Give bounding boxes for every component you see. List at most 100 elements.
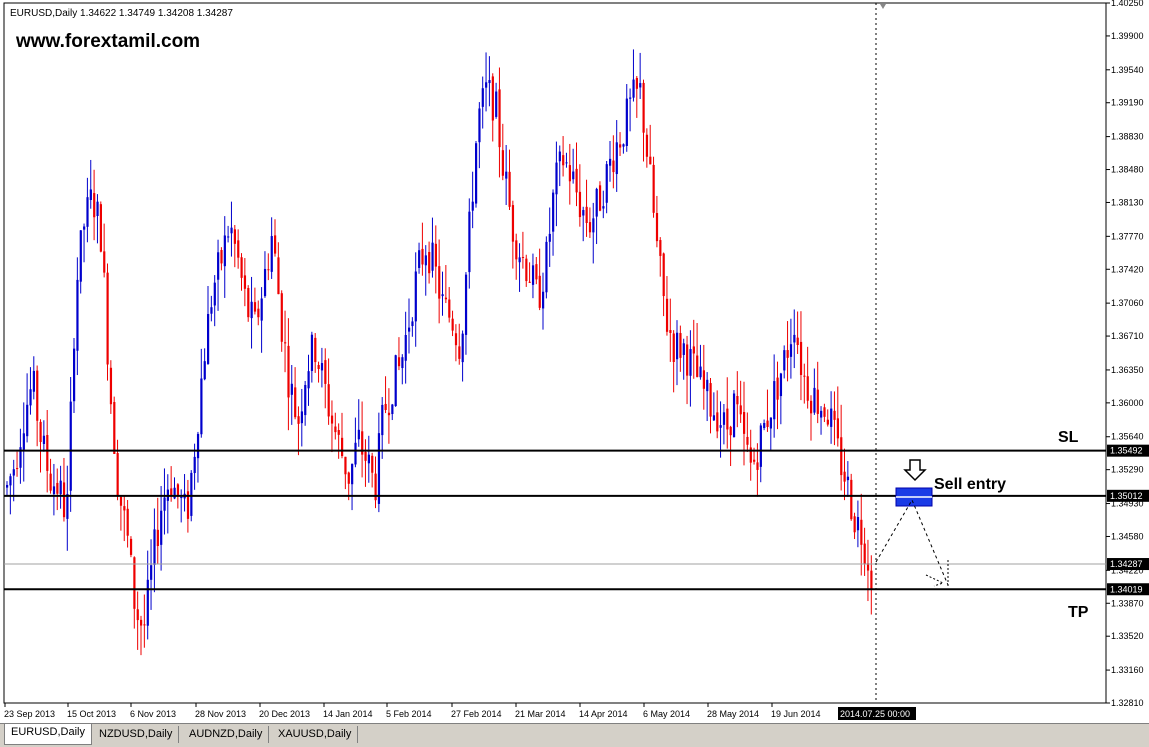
candle-body xyxy=(759,425,762,467)
candle-body xyxy=(722,412,726,425)
candle-body xyxy=(263,268,267,297)
price-tick-label: 1.36710 xyxy=(1111,331,1144,341)
price-tick-label: 1.34220 xyxy=(1111,565,1144,575)
candle-body xyxy=(394,355,397,407)
candle-body xyxy=(799,341,803,375)
time-tick-label: 21 Mar 2014 xyxy=(515,709,566,719)
candle-body xyxy=(766,420,769,427)
candle-body xyxy=(99,204,102,252)
price-tick-label: 1.39190 xyxy=(1111,98,1144,108)
candle-body xyxy=(36,370,39,421)
candle-body xyxy=(56,482,59,494)
candle-body xyxy=(341,437,344,457)
candle-body xyxy=(773,381,776,420)
candle-body xyxy=(207,313,210,364)
candle-body xyxy=(237,240,240,258)
candle-body xyxy=(73,348,76,402)
price-chart[interactable]: 1.354921.350121.342871.34019 1.402501.39… xyxy=(0,0,1149,723)
candle-body xyxy=(126,508,129,536)
candle-body xyxy=(659,240,662,256)
candle-body xyxy=(783,350,786,371)
candle-body xyxy=(367,454,370,464)
candle-body xyxy=(83,226,86,230)
candle-body xyxy=(438,266,441,299)
candle-body xyxy=(632,79,635,98)
candle-body xyxy=(250,301,253,319)
candle-body xyxy=(317,364,320,370)
symbol-info: EURUSD,Daily 1.34622 1.34749 1.34208 1.3… xyxy=(10,8,233,19)
candle-body xyxy=(310,334,314,371)
candle-body xyxy=(300,411,303,424)
tab-nzdusd[interactable]: NZDUSD,Daily xyxy=(93,726,180,743)
price-tick-label: 1.35640 xyxy=(1111,432,1144,442)
sell-entry-label: Sell entry xyxy=(934,476,1006,493)
time-tick-label: 28 May 2014 xyxy=(707,709,759,719)
candle-body xyxy=(609,158,612,166)
candle-body xyxy=(136,609,139,621)
price-tick-label: 1.36350 xyxy=(1111,365,1144,375)
candle-body xyxy=(6,484,9,488)
candle-body xyxy=(243,275,247,289)
price-tick-label: 1.40250 xyxy=(1111,0,1144,8)
candle-body xyxy=(387,412,391,416)
candle-body xyxy=(679,333,682,358)
candle-body xyxy=(655,212,659,242)
candle-body xyxy=(558,151,561,162)
price-tick-label: 1.37420 xyxy=(1111,264,1144,274)
candle-body xyxy=(140,619,143,626)
price-tick-label: 1.32810 xyxy=(1111,698,1144,708)
candle-body xyxy=(196,433,200,459)
candle-body xyxy=(743,412,746,434)
candle-body xyxy=(384,403,387,410)
candle-body xyxy=(143,624,146,626)
tab-audnzd[interactable]: AUDNZD,Daily xyxy=(183,726,270,743)
time-tick-label: 23 Sep 2013 xyxy=(4,709,55,719)
candle-body xyxy=(123,506,126,511)
candle-body xyxy=(485,82,488,88)
tab-eurusd[interactable]: EURUSD,Daily xyxy=(4,724,92,745)
candle-body xyxy=(320,363,324,371)
candle-body xyxy=(351,463,354,485)
candle-body xyxy=(200,378,203,435)
candle-body xyxy=(756,462,759,470)
candle-body xyxy=(763,422,766,429)
candle-body xyxy=(421,248,424,265)
candle-body xyxy=(213,282,216,306)
candle-body xyxy=(354,442,357,465)
candle-body xyxy=(160,510,163,545)
candle-body xyxy=(330,415,334,424)
candle-body xyxy=(334,426,337,433)
candle-body xyxy=(840,437,843,476)
candle-body xyxy=(568,165,571,182)
candle-body xyxy=(676,332,679,360)
candle-body xyxy=(39,421,42,443)
candle-body xyxy=(233,229,236,244)
candle-body xyxy=(220,250,223,264)
candle-body xyxy=(629,97,632,99)
time-tick-label: 5 Feb 2014 xyxy=(386,709,432,719)
candle-body xyxy=(153,529,156,565)
candle-body xyxy=(830,408,833,427)
candle-body xyxy=(253,302,257,312)
candle-body xyxy=(176,484,180,496)
candle-body xyxy=(411,321,414,327)
candle-body xyxy=(173,487,176,499)
candle-body xyxy=(364,451,367,461)
tab-xauusd[interactable]: XAUUSD,Daily xyxy=(272,726,359,743)
candle-body xyxy=(210,307,213,314)
candle-body xyxy=(89,189,92,201)
time-tick-label: 19 Jun 2014 xyxy=(771,709,821,719)
candle-body xyxy=(103,251,106,273)
candle-body xyxy=(552,192,555,232)
candle-body xyxy=(716,412,719,432)
candle-body xyxy=(508,171,511,207)
candle-body xyxy=(615,142,618,175)
candle-body xyxy=(816,389,819,414)
candle-body xyxy=(622,144,625,147)
candle-body xyxy=(52,486,56,495)
candle-body xyxy=(284,342,287,344)
candle-body xyxy=(26,404,29,437)
candle-body xyxy=(535,264,538,280)
candle-body xyxy=(542,291,545,309)
candle-body xyxy=(555,162,558,195)
